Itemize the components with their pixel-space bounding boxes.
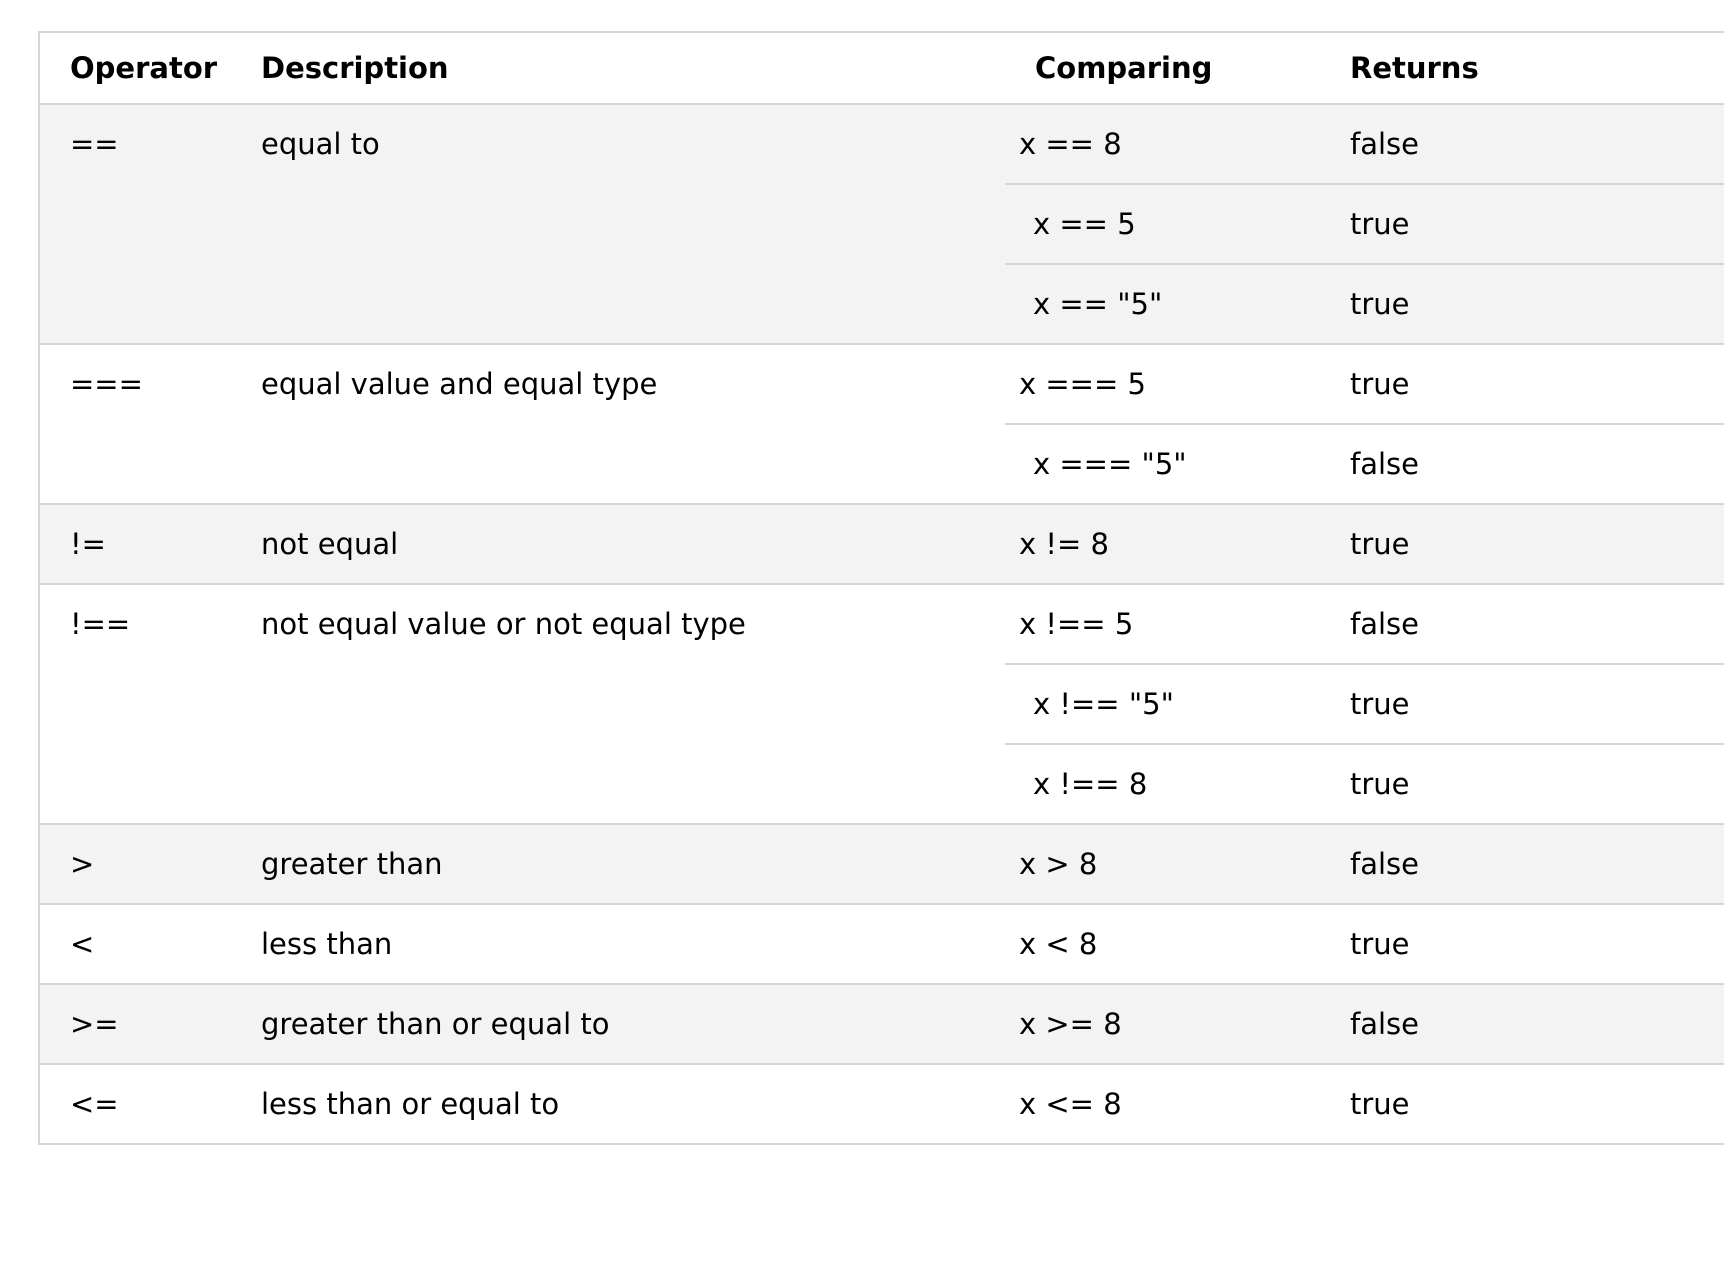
description-cell: not equal value or not equal type (231, 584, 1005, 825)
returns-text: true (1350, 1087, 1410, 1121)
returns-text: true (1350, 687, 1410, 721)
comparing-text: x == 8 (1019, 127, 1122, 161)
header-returns: Returns (1336, 32, 1724, 105)
operator-cell: >= (39, 984, 231, 1065)
comparing-text: x == "5" (1033, 287, 1163, 321)
description-cell: not equal (231, 504, 1005, 585)
operator-cell: !== (39, 584, 231, 825)
description-cell: equal value and equal type (231, 344, 1005, 505)
returns-text: true (1350, 207, 1410, 241)
operator-text: !== (70, 607, 131, 641)
operator-text: <= (70, 1087, 119, 1121)
comparing-text: x !== 5 (1019, 607, 1134, 641)
description-text: less than (261, 927, 393, 961)
comparing-cell: x === 5 (1005, 344, 1336, 425)
comparison-operators-table-wrapper: Operator Description Comparing Returns =… (38, 31, 1724, 1145)
operator-cell: < (39, 904, 231, 985)
returns-text: true (1350, 287, 1410, 321)
operator-cell: == (39, 104, 231, 345)
comparing-text: x == 5 (1033, 207, 1136, 241)
comparing-cell: x > 8 (1005, 824, 1336, 905)
returns-text: false (1350, 607, 1419, 641)
table-row: != not equal x != 8 true (39, 504, 1724, 585)
comparing-cell: x >= 8 (1005, 984, 1336, 1065)
comparing-cell: x == "5" (1005, 264, 1336, 345)
returns-text: false (1350, 847, 1419, 881)
returns-text: false (1350, 447, 1419, 481)
returns-cell: false (1336, 584, 1724, 665)
comparing-text: x === 5 (1019, 367, 1146, 401)
table-row: === equal value and equal type x === 5 t… (39, 344, 1724, 505)
comparing-cell: x === "5" (1005, 424, 1336, 505)
comparison-operators-table: Operator Description Comparing Returns =… (38, 31, 1724, 1145)
header-description: Description (231, 32, 1005, 105)
returns-text: false (1350, 1007, 1419, 1041)
operator-cell: > (39, 824, 231, 905)
table-row: == equal to x == 8 false (39, 104, 1724, 345)
comparing-cell: x !== 8 (1005, 744, 1336, 825)
returns-cell: true (1336, 904, 1724, 985)
comparing-text: x !== "5" (1033, 687, 1174, 721)
table-row: !== not equal value or not equal type x … (39, 584, 1724, 825)
operator-text: != (70, 527, 106, 561)
returns-cell: true (1336, 744, 1724, 825)
description-text: greater than (261, 847, 443, 881)
table-row: <= less than or equal to x <= 8 true (39, 1064, 1724, 1145)
description-text: equal to (261, 127, 380, 161)
returns-cell: true (1336, 264, 1724, 345)
comparing-text: x === "5" (1033, 447, 1187, 481)
table-row: > greater than x > 8 false (39, 824, 1724, 905)
header-operator: Operator (39, 32, 231, 105)
comparing-cell: x == 5 (1005, 184, 1336, 265)
operator-text: === (70, 367, 143, 401)
description-text: less than or equal to (261, 1087, 560, 1121)
description-text: equal value and equal type (261, 367, 658, 401)
table-row: >= greater than or equal to x >= 8 false (39, 984, 1724, 1065)
comparing-cell: x <= 8 (1005, 1064, 1336, 1145)
comparing-cell: x < 8 (1005, 904, 1336, 985)
comparing-text: x != 8 (1019, 527, 1109, 561)
comparing-text: x > 8 (1019, 847, 1098, 881)
description-cell: less than or equal to (231, 1064, 1005, 1145)
returns-cell: false (1336, 984, 1724, 1065)
description-text: greater than or equal to (261, 1007, 610, 1041)
returns-text: true (1350, 367, 1410, 401)
comparing-cell: x !== 5 (1005, 584, 1336, 665)
header-comparing: Comparing (1005, 32, 1336, 105)
operator-cell: === (39, 344, 231, 505)
operator-cell: <= (39, 1064, 231, 1145)
returns-cell: false (1336, 104, 1724, 185)
operator-text: == (70, 127, 119, 161)
operator-text: > (70, 847, 95, 881)
comparing-text: x < 8 (1019, 927, 1098, 961)
operator-text: >= (70, 1007, 119, 1041)
description-cell: greater than (231, 824, 1005, 905)
returns-cell: true (1336, 344, 1724, 425)
comparing-cell: x != 8 (1005, 504, 1336, 585)
returns-cell: true (1336, 1064, 1724, 1145)
operator-text: < (70, 927, 95, 961)
returns-cell: false (1336, 824, 1724, 905)
comparing-text: x >= 8 (1019, 1007, 1122, 1041)
returns-text: true (1350, 767, 1410, 801)
description-text: not equal (261, 527, 399, 561)
returns-text: true (1350, 927, 1410, 961)
returns-cell: true (1336, 184, 1724, 265)
description-cell: equal to (231, 104, 1005, 345)
operator-cell: != (39, 504, 231, 585)
comparing-cell: x !== "5" (1005, 664, 1336, 745)
returns-cell: true (1336, 504, 1724, 585)
table-row: < less than x < 8 true (39, 904, 1724, 985)
description-cell: greater than or equal to (231, 984, 1005, 1065)
comparing-text: x !== 8 (1033, 767, 1148, 801)
returns-cell: false (1336, 424, 1724, 505)
description-text: not equal value or not equal type (261, 607, 746, 641)
returns-text: true (1350, 527, 1410, 561)
comparing-text: x <= 8 (1019, 1087, 1122, 1121)
table-header-row: Operator Description Comparing Returns (39, 32, 1724, 105)
returns-text: false (1350, 127, 1419, 161)
comparing-cell: x == 8 (1005, 104, 1336, 185)
returns-cell: true (1336, 664, 1724, 745)
description-cell: less than (231, 904, 1005, 985)
